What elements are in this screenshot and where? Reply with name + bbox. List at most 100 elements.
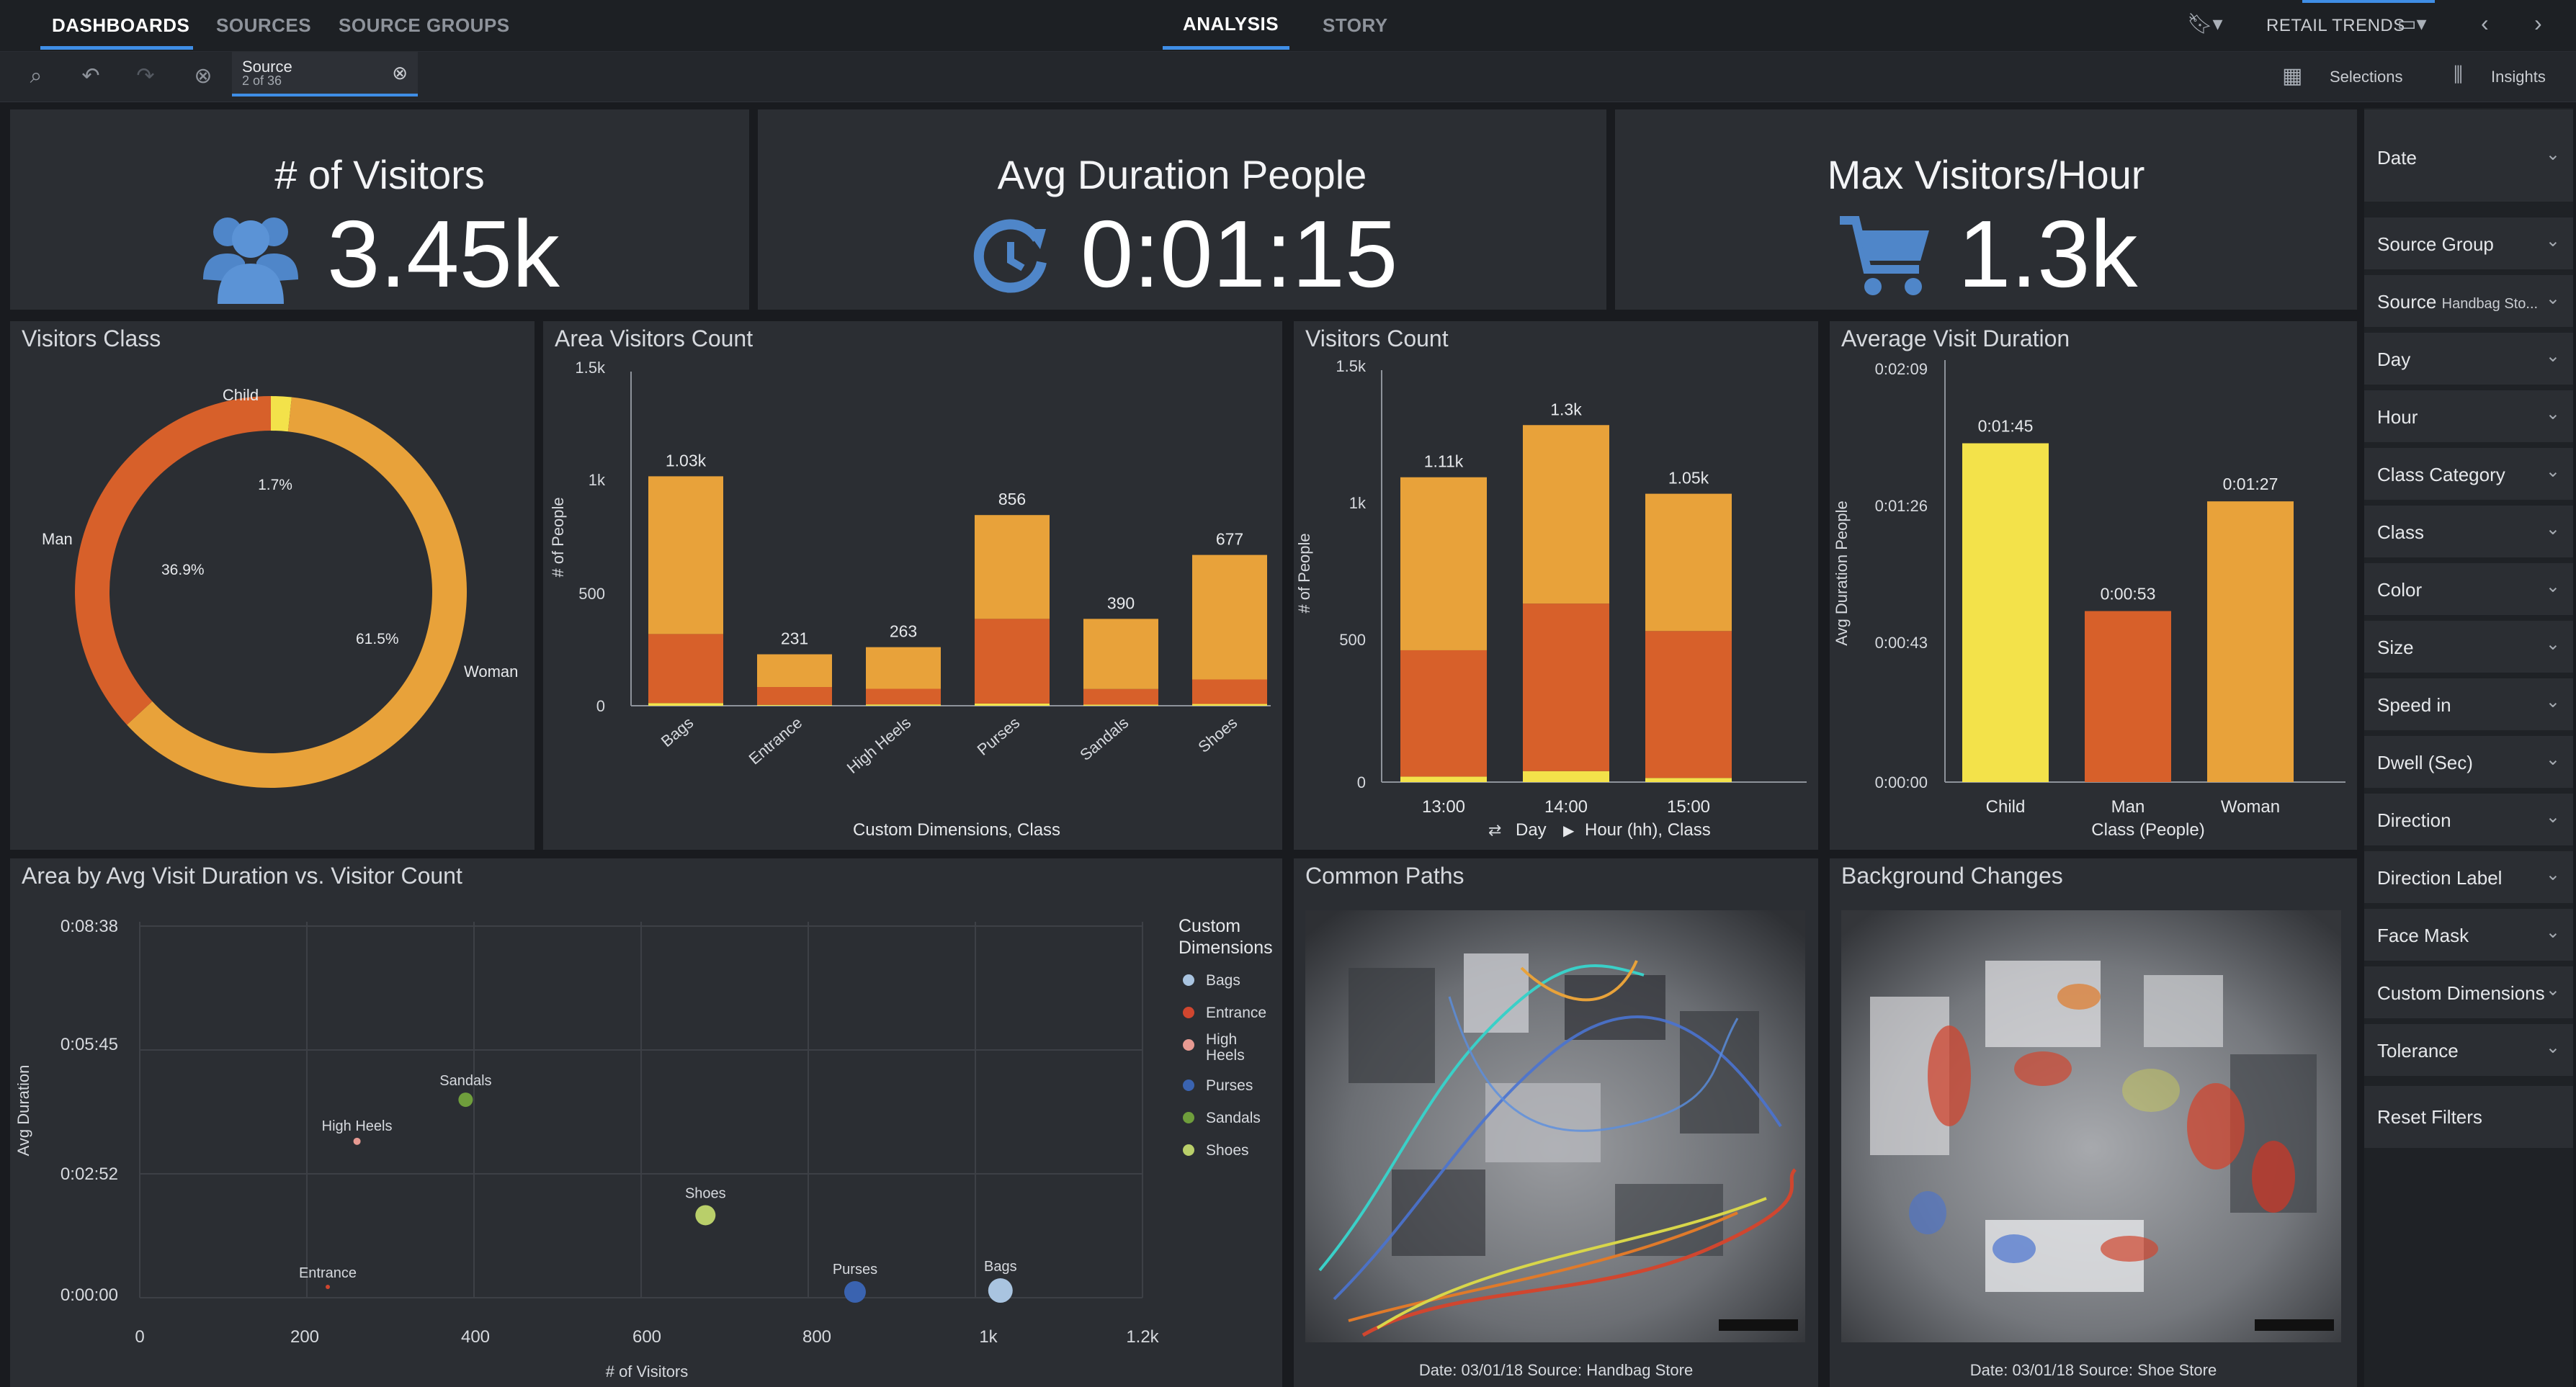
filter-class[interactable]: Class ⌄ <box>2364 506 2573 560</box>
bar-14:00-woman[interactable] <box>1523 425 1609 604</box>
bar-woman[interactable] <box>2207 501 2294 782</box>
filter-direction[interactable]: Direction ⌄ <box>2364 794 2573 848</box>
clear-selections-icon[interactable]: ⊗ <box>189 62 218 91</box>
point-bags[interactable] <box>988 1278 1013 1303</box>
kpi-duration-panel[interactable]: Avg Duration People 0:01:15 <box>758 109 1606 310</box>
background-changes-image[interactable] <box>1841 910 2341 1342</box>
drill-icon[interactable]: ⇄ <box>1488 821 1501 839</box>
bar-bags-woman[interactable] <box>648 476 723 634</box>
insights-icon[interactable]: ⫼ <box>2454 63 2463 87</box>
visitors-count-chart[interactable]: 1.5k 1k 500 0 # of People ⇄ Day ▶ Hour (… <box>1294 321 1818 850</box>
bar-13:00-woman[interactable] <box>1400 477 1487 650</box>
source-selection-chip[interactable]: Source 2 of 36 ⊗ <box>232 52 418 96</box>
filter-custom-dimensions[interactable]: Custom Dimensions ⌄ <box>2364 966 2573 1021</box>
filter-color[interactable]: Color ⌄ <box>2364 563 2573 618</box>
filter-source[interactable]: Source Handbag Sto... ⌄ <box>2364 275 2573 330</box>
kpi-max-visitors-panel[interactable]: Max Visitors/Hour 1.3k <box>1615 109 2357 310</box>
point-shoes[interactable] <box>695 1205 716 1226</box>
bar-15:00-man[interactable] <box>1645 631 1732 778</box>
tab-dashboards[interactable]: DASHBOARDS <box>52 14 189 37</box>
step-back-icon[interactable]: ↶ <box>76 62 105 91</box>
point-high-heels[interactable] <box>353 1137 361 1145</box>
legend-label[interactable]: High <box>1206 1031 1237 1048</box>
bar-sandals-woman[interactable] <box>1083 619 1158 689</box>
bar-purses-child[interactable] <box>975 703 1050 706</box>
legend-label[interactable]: Purses <box>1206 1077 1253 1094</box>
bar-high-heels-child[interactable] <box>866 704 941 706</box>
area-visitors-chart[interactable]: 1.5k 1k 500 0 # of People Custom Dimensi… <box>543 321 1282 850</box>
bar-14:00-child[interactable] <box>1523 771 1609 782</box>
bar-14:00-man[interactable] <box>1523 603 1609 771</box>
legend-label[interactable]: Entrance <box>1206 1005 1266 1021</box>
bar-15:00-woman[interactable] <box>1645 493 1732 632</box>
bar-high-heels-woman[interactable] <box>866 647 941 689</box>
bar-13:00-child[interactable] <box>1400 776 1487 782</box>
filter-tolerance[interactable]: Tolerance ⌄ <box>2364 1024 2573 1079</box>
filter-day[interactable]: Day ⌄ <box>2364 333 2573 387</box>
donut-slice-man[interactable] <box>74 396 272 725</box>
scatter-panel[interactable]: Area by Avg Visit Duration vs. Visitor C… <box>10 858 1282 1387</box>
tab-sources[interactable]: SOURCES <box>216 14 311 37</box>
point-purses[interactable] <box>844 1281 866 1303</box>
bar-child[interactable] <box>1962 443 2049 782</box>
filter-face-mask[interactable]: Face Mask ⌄ <box>2364 909 2573 964</box>
step-forward-icon[interactable]: ↷ <box>131 62 160 91</box>
filter-direction-label[interactable]: Direction Label ⌄ <box>2364 851 2573 906</box>
legend-label[interactable]: Shoes <box>1206 1142 1249 1159</box>
avg-duration-chart[interactable]: 0:02:09 0:01:26 0:00:43 0:00:00 Avg Dura… <box>1830 321 2357 850</box>
visitors-count-panel[interactable]: Visitors Count 1.5k 1k 500 0 # of People… <box>1294 321 1818 850</box>
legend-label[interactable]: Heels <box>1206 1047 1245 1064</box>
bar-purses-woman[interactable] <box>975 515 1050 619</box>
bar-purses-man[interactable] <box>975 619 1050 704</box>
scatter-chart[interactable]: 0:08:38 0:05:45 0:02:52 0:00:00 0 200 40… <box>10 858 1282 1387</box>
filter-date[interactable]: Date ⌄ <box>2364 109 2573 205</box>
bar-entrance-child[interactable] <box>757 704 832 706</box>
bar-high-heels-man[interactable] <box>866 688 941 705</box>
avg-duration-panel[interactable]: Average Visit Duration 0:02:09 0:01:26 0… <box>1830 321 2357 850</box>
bar-man[interactable] <box>2085 611 2171 782</box>
bar-bags-child[interactable] <box>648 703 723 706</box>
present-icon[interactable]: ▭▾ <box>2397 12 2427 35</box>
insights-button[interactable]: Insights <box>2491 68 2546 86</box>
kpi-visitors-panel[interactable]: # of Visitors 3.45k <box>10 109 749 310</box>
legend-label[interactable]: Sandals <box>1206 1110 1261 1126</box>
bar-sandals-man[interactable] <box>1083 688 1158 705</box>
point-entrance[interactable] <box>326 1285 330 1290</box>
reset-filters-button[interactable]: Reset Filters <box>2364 1086 2573 1151</box>
bar-entrance-woman[interactable] <box>757 654 832 688</box>
bar-shoes-woman[interactable] <box>1192 555 1267 680</box>
filter-speed-in[interactable]: Speed in ⌄ <box>2364 678 2573 733</box>
tab-story[interactable]: STORY <box>1323 14 1388 37</box>
selections-icon[interactable]: ▦ <box>2282 63 2302 89</box>
area-visitors-panel[interactable]: Area Visitors Count 1.5k 1k 500 0 # of P… <box>543 321 1282 850</box>
smart-search-icon[interactable]: ⌕ <box>22 62 50 91</box>
filter-class-category[interactable]: Class Category ⌄ <box>2364 448 2573 503</box>
next-icon[interactable]: › <box>2534 10 2542 37</box>
donut-chart[interactable]: Child Man Woman 1.7% 36.9% 61.5% <box>10 321 535 850</box>
filter-dwell-sec[interactable]: Dwell (Sec) ⌄ <box>2364 736 2573 791</box>
bar-15:00-child[interactable] <box>1645 778 1732 782</box>
bar-bags-man[interactable] <box>648 634 723 704</box>
close-icon[interactable]: ⊗ <box>392 62 408 84</box>
legend-label[interactable]: Bags <box>1206 972 1240 989</box>
bar-shoes-man[interactable] <box>1192 679 1267 704</box>
point-sandals[interactable] <box>458 1092 473 1108</box>
bookmark-icon[interactable]: 🔖︎▾ <box>2187 12 2223 35</box>
bar-shoes-child[interactable] <box>1192 704 1267 706</box>
dashboard-name[interactable]: RETAIL TRENDS <box>2266 16 2405 36</box>
tab-source-groups[interactable]: SOURCE GROUPS <box>339 14 510 37</box>
bar-entrance-man[interactable] <box>757 687 832 705</box>
common-paths-image[interactable] <box>1305 910 1805 1342</box>
visitors-class-panel[interactable]: Visitors Class Child Man Woman 1.7% 36.9… <box>10 321 535 850</box>
background-changes-panel[interactable]: Background Changes Date: 03/01/18 Source… <box>1830 858 2357 1387</box>
filter-hour[interactable]: Hour ⌄ <box>2364 390 2573 445</box>
tab-analysis[interactable]: ANALYSIS <box>1183 13 1279 35</box>
filter-source-group[interactable]: Source Group ⌄ <box>2364 217 2573 272</box>
bar-13:00-man[interactable] <box>1400 650 1487 777</box>
common-paths-panel[interactable]: Common Paths Date: 03/01/18 Source: Hand… <box>1294 858 1818 1387</box>
donut-slice-child[interactable] <box>271 396 292 432</box>
selections-button[interactable]: Selections <box>2330 68 2403 86</box>
bar-sandals-child[interactable] <box>1083 704 1158 706</box>
filter-size[interactable]: Size ⌄ <box>2364 621 2573 675</box>
prev-icon[interactable]: ‹ <box>2481 10 2489 37</box>
